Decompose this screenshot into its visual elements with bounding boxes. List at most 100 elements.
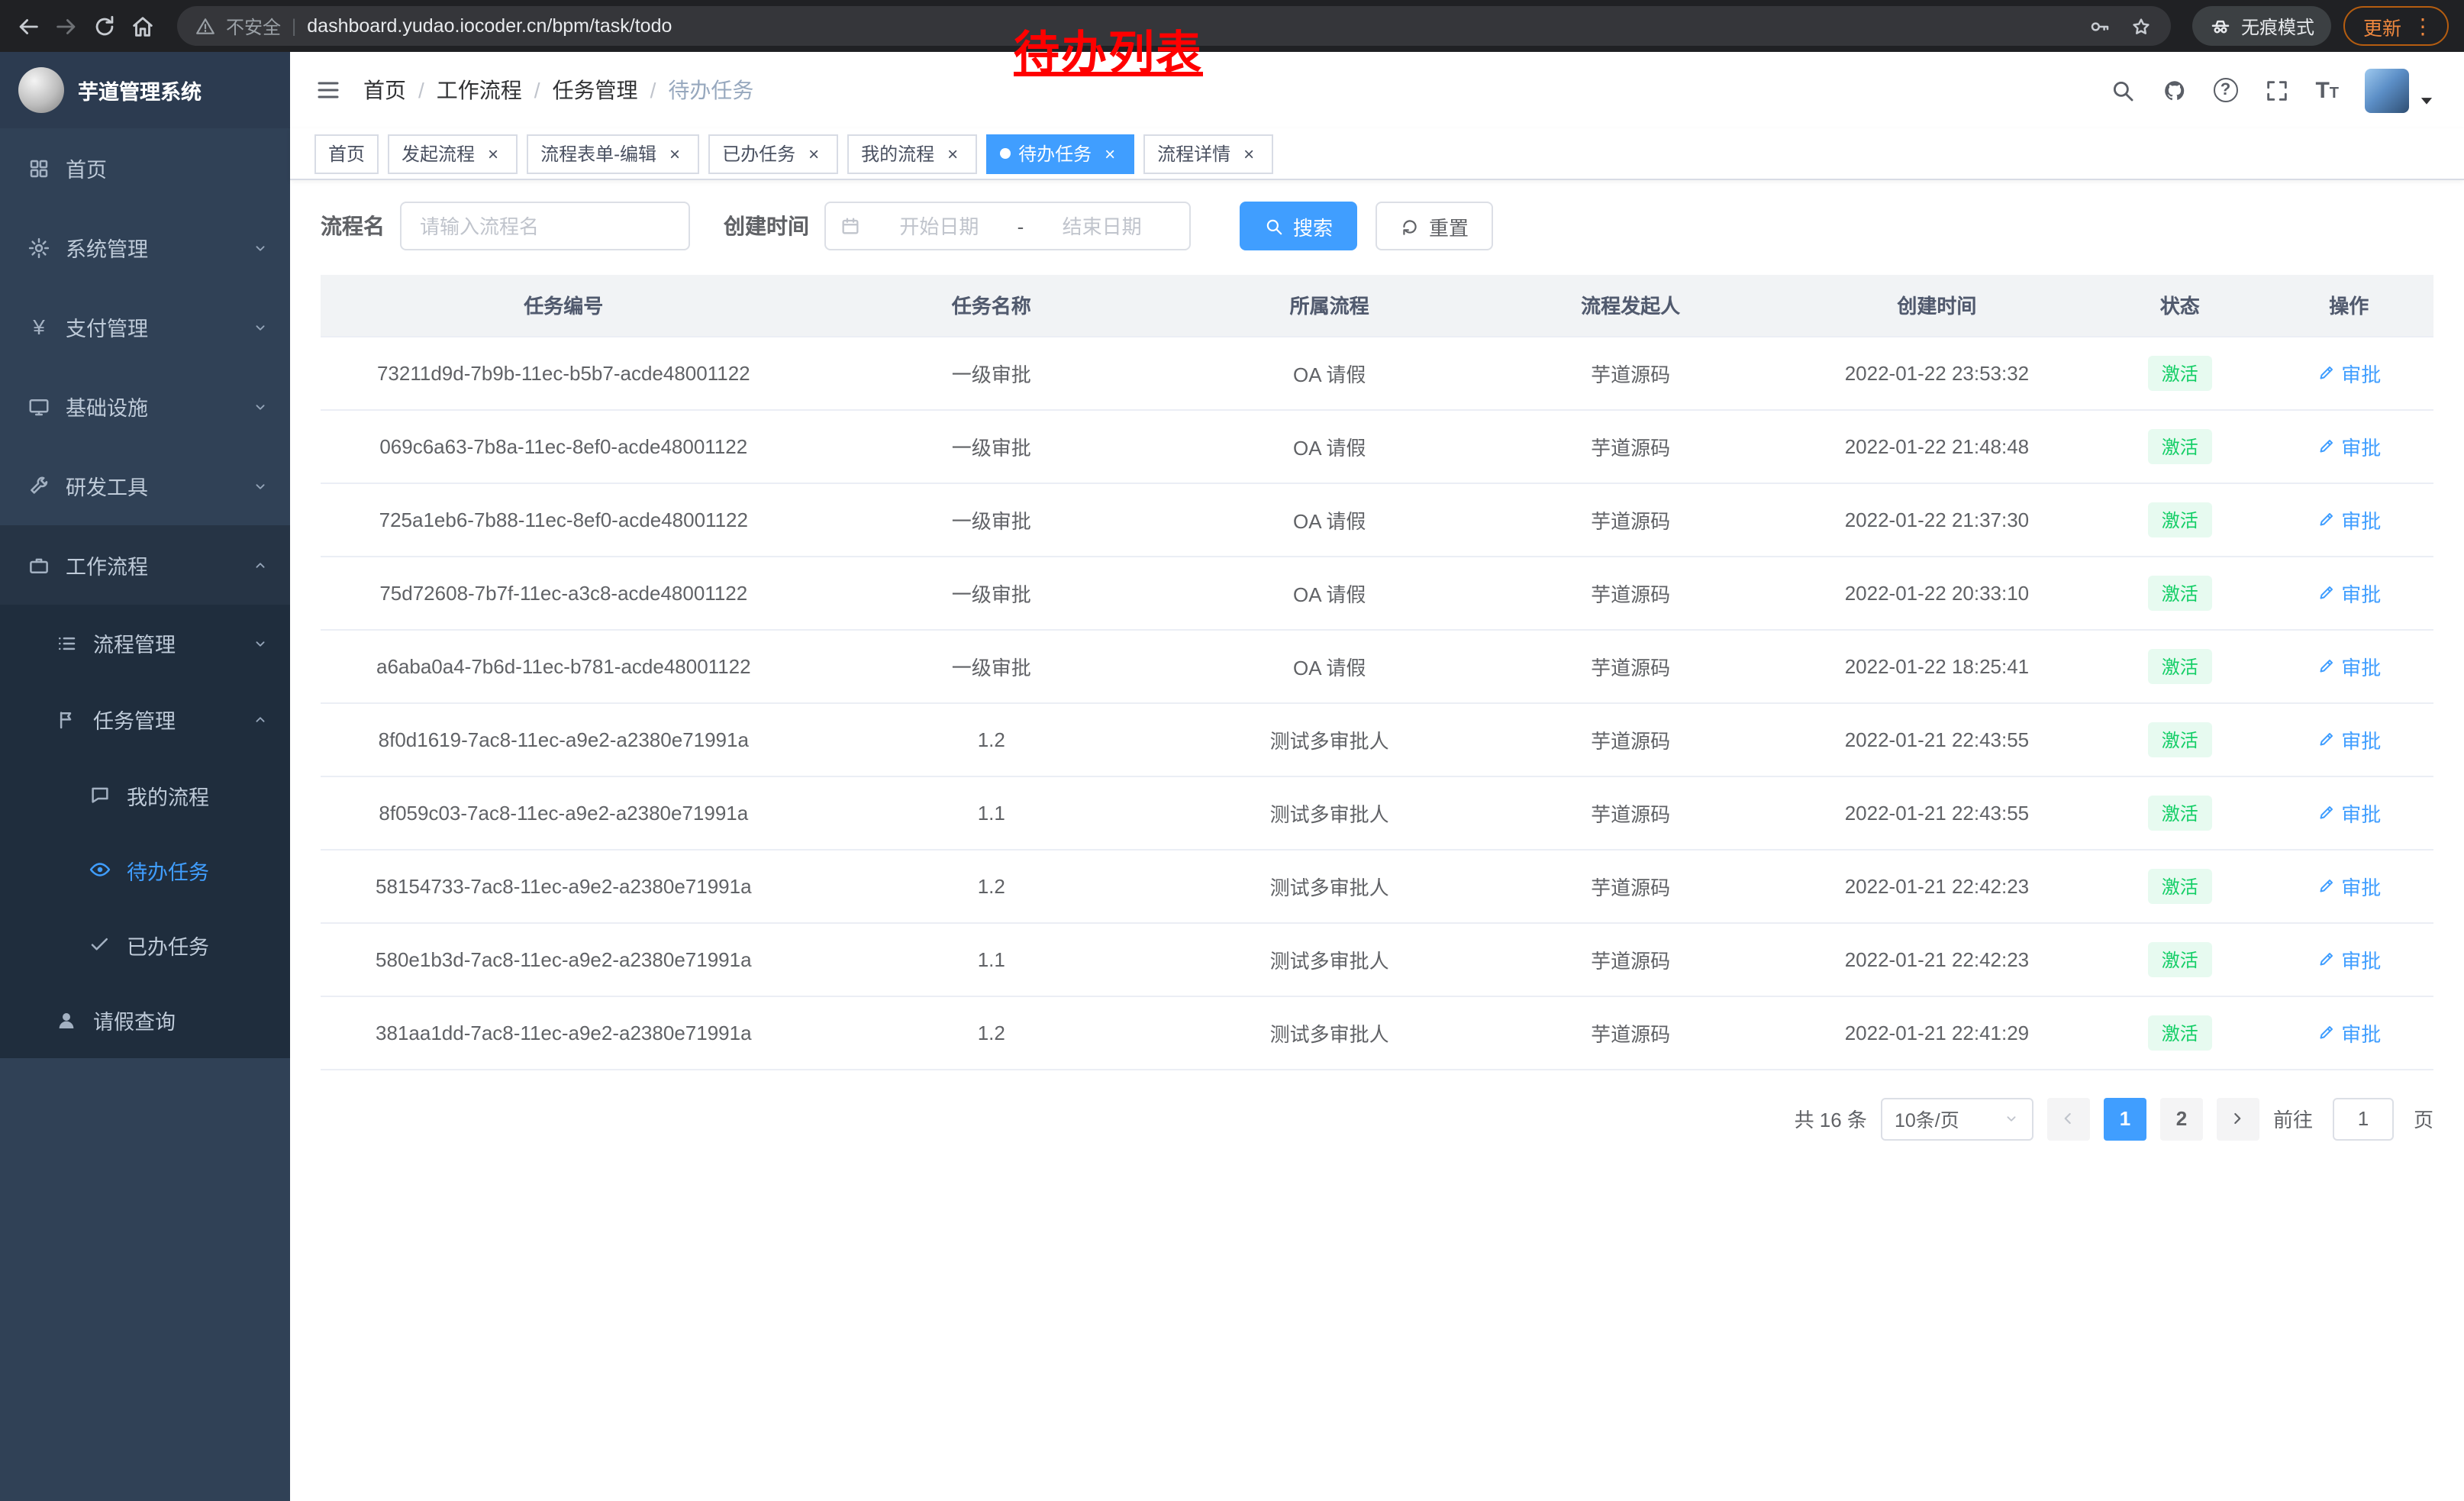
workflow-submenu: 流程管理 任务管理 我的流程 待办任务	[0, 605, 290, 1058]
sidebar-item-devtools[interactable]: 研发工具	[0, 446, 290, 525]
approve-link[interactable]: 审批	[2317, 944, 2381, 973]
cell-process: OA 请假	[1176, 556, 1482, 629]
reset-button[interactable]: 重置	[1376, 202, 1493, 250]
cell-initiator: 芋道源码	[1482, 556, 1779, 629]
breadcrumb-separator: /	[534, 78, 540, 102]
tab-home[interactable]: 首页	[314, 134, 379, 173]
sidebar-item-workflow[interactable]: 工作流程	[0, 525, 290, 605]
monitor-icon	[27, 395, 50, 418]
breadcrumb-item[interactable]: 任务管理	[553, 75, 638, 105]
approve-link[interactable]: 审批	[2317, 651, 2381, 680]
search-button[interactable]: 搜索	[1240, 202, 1357, 250]
eye-icon	[89, 858, 111, 881]
password-key-icon[interactable]	[2088, 15, 2111, 37]
browser-home-icon[interactable]	[130, 13, 156, 39]
close-icon[interactable]: ×	[803, 143, 824, 164]
page-size-select[interactable]: 10条/页	[1881, 1097, 2033, 1140]
sidebar-item-process-mgmt[interactable]: 流程管理	[0, 605, 290, 681]
sidebar-item-infra[interactable]: 基础设施	[0, 366, 290, 446]
close-icon[interactable]: ×	[942, 143, 963, 164]
breadcrumb-item[interactable]: 首页	[363, 75, 406, 105]
sidebar-item-system[interactable]: 系统管理	[0, 208, 290, 287]
next-page-button[interactable]	[2217, 1097, 2259, 1140]
pencil-icon	[2317, 876, 2335, 895]
process-name-label: 流程名	[321, 211, 385, 241]
sidebar-item-home[interactable]: 首页	[0, 128, 290, 208]
close-icon[interactable]: ×	[1238, 143, 1259, 164]
sidebar-item-label: 待办任务	[127, 854, 209, 885]
security-label: 不安全	[226, 13, 281, 39]
browser-update-button[interactable]: 更新 ⋮	[2343, 6, 2449, 46]
status-badge: 激活	[2148, 502, 2212, 537]
sidebar-item-my-process[interactable]: 我的流程	[0, 757, 290, 832]
chevron-up-icon	[252, 711, 269, 728]
tab-start-process[interactable]: 发起流程 ×	[388, 134, 518, 173]
browser-menu-icon[interactable]: ⋮	[2412, 15, 2433, 37]
browser-reload-icon[interactable]	[92, 13, 118, 39]
table-row: a6aba0a4-7b6d-11ec-b781-acde48001122 一级审…	[321, 629, 2433, 702]
close-icon[interactable]: ×	[482, 143, 504, 164]
sidebar-item-leave-query[interactable]: 请假查询	[0, 982, 290, 1058]
cell-status: 激活	[2095, 336, 2264, 409]
start-date-input[interactable]	[866, 215, 1013, 237]
status-badge: 激活	[2148, 941, 2212, 976]
goto-page-input[interactable]	[2333, 1097, 2394, 1140]
close-icon[interactable]: ×	[1099, 143, 1121, 164]
font-size-icon[interactable]: T T	[2315, 79, 2339, 102]
search-icon[interactable]	[2109, 77, 2135, 103]
end-date-input[interactable]	[1028, 215, 1176, 237]
tab-todo-task[interactable]: 待办任务 ×	[986, 134, 1134, 173]
breadcrumb-item[interactable]: 工作流程	[437, 75, 522, 105]
cell-process: 测试多审批人	[1176, 922, 1482, 996]
status-badge: 激活	[2148, 428, 2212, 463]
cell-initiator: 芋道源码	[1482, 702, 1779, 776]
help-icon[interactable]: ?	[2213, 78, 2237, 102]
page-button-2[interactable]: 2	[2160, 1097, 2203, 1140]
browser-forward-icon[interactable]	[53, 13, 79, 39]
close-icon[interactable]: ×	[664, 143, 685, 164]
table-row: 725a1eb6-7b88-11ec-8ef0-acde48001122 一级审…	[321, 483, 2433, 556]
sidebar-item-payment[interactable]: ¥ 支付管理	[0, 287, 290, 366]
cell-initiator: 芋道源码	[1482, 922, 1779, 996]
approve-link[interactable]: 审批	[2317, 358, 2381, 387]
sidebar-item-task-mgmt[interactable]: 任务管理	[0, 681, 290, 757]
tab-process-form-edit[interactable]: 流程表单-编辑 ×	[527, 134, 699, 173]
approve-link[interactable]: 审批	[2317, 1018, 2381, 1047]
cell-task-id: 8f059c03-7ac8-11ec-a9e2-a2380e71991a	[321, 776, 807, 849]
page-button-1[interactable]: 1	[2104, 1097, 2146, 1140]
sidebar-item-label: 支付管理	[66, 311, 148, 342]
date-range-picker[interactable]: -	[824, 202, 1191, 250]
browser-back-icon[interactable]	[15, 13, 41, 39]
prev-page-button[interactable]	[2047, 1097, 2090, 1140]
sidebar-item-todo-task[interactable]: 待办任务	[0, 832, 290, 907]
cell-task-id: 75d72608-7b7f-11ec-a3c8-acde48001122	[321, 556, 807, 629]
approve-link[interactable]: 审批	[2317, 578, 2381, 607]
approve-link[interactable]: 审批	[2317, 871, 2381, 900]
cell-initiator: 芋道源码	[1482, 629, 1779, 702]
github-icon[interactable]	[2161, 77, 2187, 103]
process-name-input[interactable]	[400, 202, 690, 250]
annotation-overlay: 待办列表	[1014, 15, 1203, 82]
approve-link[interactable]: 审批	[2317, 725, 2381, 754]
user-avatar[interactable]	[2365, 68, 2409, 112]
approve-link[interactable]: 审批	[2317, 505, 2381, 534]
user-menu[interactable]	[2365, 68, 2440, 112]
sidebar-item-done-task[interactable]: 已办任务	[0, 907, 290, 982]
approve-link[interactable]: 审批	[2317, 431, 2381, 460]
cell-task-id: a6aba0a4-7b6d-11ec-b781-acde48001122	[321, 629, 807, 702]
bookmark-star-icon[interactable]	[2130, 15, 2153, 37]
search-button-label: 搜索	[1293, 211, 1333, 240]
screen: 不安全 | dashboard.yudao.iocoder.cn/bpm/tas…	[0, 0, 2464, 1501]
pencil-icon	[2317, 803, 2335, 822]
sidebar-collapse-icon[interactable]	[314, 76, 342, 104]
tab-done-task[interactable]: 已办任务 ×	[708, 134, 838, 173]
cell-task-id: 58154733-7ac8-11ec-a9e2-a2380e71991a	[321, 849, 807, 922]
approve-link[interactable]: 审批	[2317, 798, 2381, 827]
tab-process-detail[interactable]: 流程详情 ×	[1143, 134, 1273, 173]
cell-created: 2022-01-21 22:41:29	[1779, 996, 2095, 1069]
total-count: 共 16 条	[1795, 1104, 1867, 1133]
tab-my-process[interactable]: 我的流程 ×	[847, 134, 977, 173]
cell-initiator: 芋道源码	[1482, 336, 1779, 409]
approve-label: 审批	[2341, 725, 2381, 754]
fullscreen-icon[interactable]	[2263, 77, 2289, 103]
